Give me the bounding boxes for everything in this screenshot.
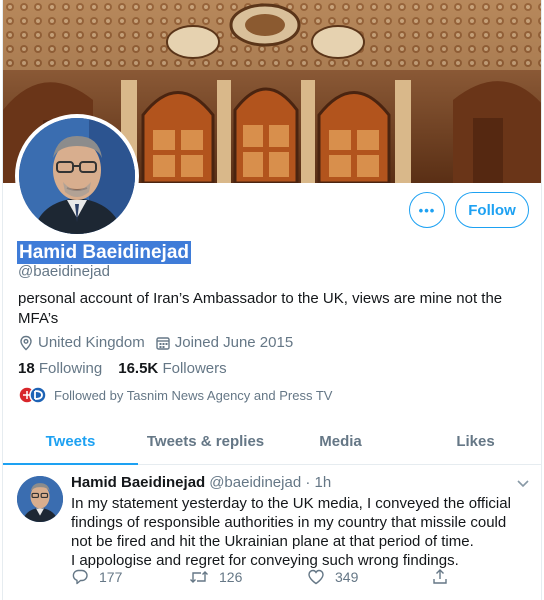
- profile-location: United Kingdom: [18, 334, 145, 351]
- retweet-icon: [190, 571, 208, 583]
- calendar-icon: [156, 336, 170, 350]
- following-count: 18: [18, 360, 35, 377]
- profile-name: Hamid Baeidinejad: [17, 241, 191, 264]
- followed-by-avatars: [18, 385, 48, 405]
- tab-tweets[interactable]: Tweets: [3, 418, 138, 465]
- like-button[interactable]: 349: [307, 568, 431, 586]
- profile-bio: personal account of Iran’s Ambassador to…: [18, 290, 503, 327]
- tab-likes[interactable]: Likes: [408, 418, 541, 464]
- reply-count: 177: [99, 569, 123, 585]
- followed-by-text: Followed by Tasnim News Agency and Press…: [54, 387, 333, 403]
- followers-label: Followers: [162, 360, 227, 377]
- tweet-actions: 177 126 349: [71, 568, 531, 586]
- tweet-text: In my statement yesterday to the UK medi…: [71, 494, 531, 570]
- profile-meta: United Kingdom Joined June 2015: [18, 334, 303, 351]
- followed-by[interactable]: Followed by Tasnim News Agency and Press…: [18, 385, 332, 405]
- more-options-button[interactable]: •••: [409, 192, 445, 228]
- joined-text: Joined June 2015: [174, 334, 294, 351]
- tab-tweets-replies[interactable]: Tweets & replies: [138, 418, 273, 464]
- tweet-handle-time[interactable]: @baeidinejad · 1h: [209, 474, 331, 491]
- tweet-header: Hamid Baeidinejad @baeidinejad · 1h: [71, 474, 331, 491]
- profile-tabs: Tweets Tweets & replies Media Likes: [3, 418, 541, 465]
- followers-link[interactable]: 16.5K Followers: [118, 360, 226, 377]
- profile-page: ••• Follow Hamid Baeidinejad @baeidineja…: [2, 0, 542, 600]
- location-text: United Kingdom: [38, 334, 145, 351]
- profile-handle: @baeidinejad: [18, 263, 110, 280]
- follow-button[interactable]: Follow: [455, 192, 529, 228]
- followers-count: 16.5K: [118, 360, 159, 377]
- follow-counts: 18 Following 16.5K Followers: [18, 360, 243, 377]
- tweet-text-line: In my statement yesterday to the UK medi…: [71, 495, 511, 550]
- reply-button[interactable]: 177: [71, 568, 189, 586]
- location-icon: [20, 335, 32, 350]
- retweet-count: 126: [219, 569, 243, 585]
- tweet-avatar[interactable]: [17, 476, 63, 522]
- profile-avatar[interactable]: [15, 114, 139, 238]
- more-icon: •••: [418, 202, 436, 218]
- tab-media[interactable]: Media: [273, 418, 408, 464]
- reply-icon: [72, 569, 88, 585]
- retweet-button[interactable]: 126: [189, 568, 307, 586]
- following-link[interactable]: 18 Following: [18, 360, 102, 377]
- like-icon: [308, 569, 324, 585]
- chevron-down-icon[interactable]: [517, 477, 529, 491]
- tweet-author-name[interactable]: Hamid Baeidinejad: [71, 474, 205, 491]
- like-count: 349: [335, 569, 359, 585]
- following-label: Following: [38, 360, 103, 377]
- share-icon: [433, 569, 447, 584]
- avatar-photo: [19, 118, 135, 234]
- profile-joined: Joined June 2015: [155, 334, 293, 351]
- share-button[interactable]: [431, 568, 459, 586]
